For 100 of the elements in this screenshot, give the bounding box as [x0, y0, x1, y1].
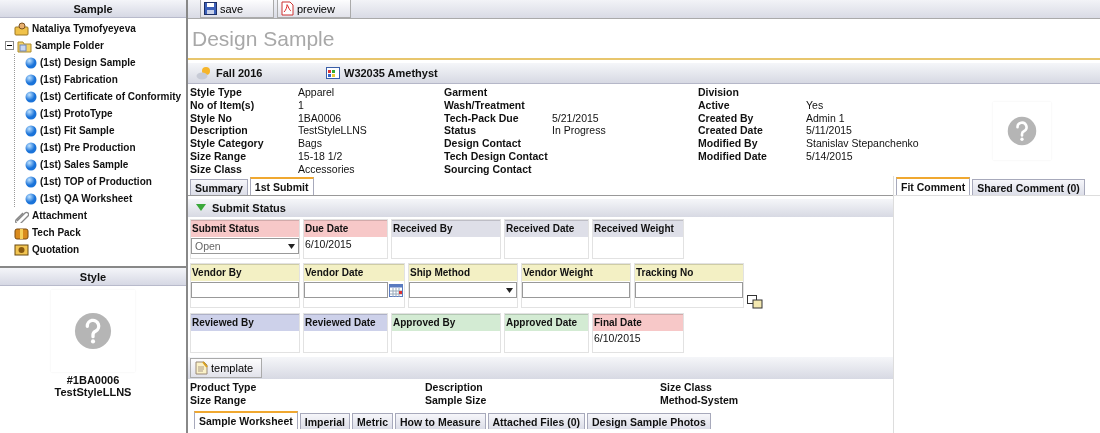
- panel-title: Style: [0, 268, 186, 286]
- field-label: Vendor Date: [304, 264, 404, 281]
- detail-label: No of Item(s): [190, 98, 256, 112]
- preview-button[interactable]: preview: [277, 0, 351, 18]
- field-label: Sample Size: [425, 394, 488, 407]
- tab[interactable]: Summary: [190, 179, 248, 195]
- field-label: Reviewed By: [191, 314, 299, 331]
- collapse-icon[interactable]: [5, 41, 14, 50]
- detail-label: Design Contact: [444, 137, 522, 150]
- note-icon: [194, 361, 208, 375]
- tree-item[interactable]: (1st) ProtoType: [40, 108, 113, 119]
- field-label: Reviewed Date: [304, 314, 387, 331]
- tab[interactable]: Fit Comment: [896, 177, 971, 195]
- sphere-icon: [25, 56, 37, 69]
- tab[interactable]: Shared Comment (0): [972, 179, 1085, 195]
- field-label: Submit Status: [191, 220, 299, 237]
- detail-label: Status: [444, 124, 478, 138]
- package-icon: [14, 225, 29, 240]
- sphere-icon: [25, 90, 37, 103]
- detail-value: Accessories: [298, 162, 356, 176]
- field-label: Ship Method: [409, 264, 517, 281]
- detail-label: Sourcing Contact: [444, 162, 533, 176]
- sun-cloud-icon: [196, 66, 212, 80]
- dropdown-caret-icon[interactable]: [506, 287, 513, 293]
- tree-item[interactable]: Quotation: [32, 244, 80, 255]
- color-swatch-icon: [326, 67, 340, 79]
- quotation-icon: [14, 242, 29, 257]
- tree-item[interactable]: Nataliya Tymofyeyeva: [32, 23, 136, 34]
- expanded-triangle-icon[interactable]: [196, 204, 206, 212]
- detail-label: Division: [698, 86, 740, 99]
- tree-item[interactable]: (1st) Sales Sample: [40, 159, 129, 170]
- detail-label: Description: [190, 124, 249, 138]
- detail-label: Tech Design Contact: [444, 150, 549, 163]
- tab[interactable]: Design Sample Photos: [587, 413, 711, 429]
- copy-icon[interactable]: [747, 295, 763, 309]
- input-field[interactable]: [635, 282, 743, 298]
- color-label: W32035 Amethyst: [344, 67, 438, 79]
- field-value: 6/10/2015: [593, 331, 642, 345]
- tab[interactable]: Sample Worksheet: [194, 411, 298, 429]
- detail-value: 1BA0006: [298, 111, 343, 125]
- detail-label: Garment: [444, 86, 489, 99]
- sphere-icon: [25, 192, 37, 205]
- detail-value: Yes: [806, 98, 825, 112]
- tree-item[interactable]: Sample Folder: [35, 40, 104, 51]
- tab[interactable]: Imperial: [299, 413, 351, 429]
- detail-label: Modified By: [698, 137, 759, 150]
- field-value: 6/10/2015: [304, 237, 353, 251]
- detail-value: Stanislav Stepanchenko: [806, 137, 920, 150]
- field-label: Size Range: [190, 394, 248, 407]
- tab[interactable]: 1st Submit: [249, 177, 314, 195]
- detail-value: 5/14/2015: [806, 150, 854, 163]
- date-field[interactable]: [304, 282, 388, 298]
- pdf-file-icon: [281, 1, 294, 16]
- dropdown-caret-icon[interactable]: [288, 243, 295, 249]
- question-mark-icon: [1007, 116, 1037, 146]
- tree-item[interactable]: (1st) Certificate of Conformity: [40, 91, 182, 102]
- sphere-icon: [25, 141, 37, 154]
- tree-item[interactable]: Attachment: [32, 210, 87, 221]
- input-field[interactable]: [522, 282, 630, 298]
- template-button[interactable]: template: [190, 358, 262, 378]
- tree-item[interactable]: (1st) Pre Production: [40, 142, 136, 153]
- field-label: Received Date: [505, 220, 588, 237]
- detail-label: Style Type: [190, 86, 243, 99]
- field-label: Approved Date: [505, 314, 588, 331]
- detail-label: Created By: [698, 111, 755, 125]
- save-button[interactable]: save: [200, 0, 274, 18]
- tab[interactable]: Attached Files (0): [487, 413, 586, 429]
- tree-item[interactable]: (1st) Fabrication: [40, 74, 118, 85]
- field-label: Approved By: [392, 314, 500, 331]
- input-field[interactable]: [191, 282, 299, 298]
- season-label: Fall 2016: [216, 67, 263, 79]
- detail-value: Admin 1: [806, 111, 846, 125]
- folder-icon: [17, 38, 32, 53]
- detail-label: Style No: [190, 111, 233, 125]
- detail-label: Size Class: [190, 162, 243, 176]
- dropdown-field[interactable]: Open: [191, 238, 299, 254]
- tree-item[interactable]: (1st) TOP of Production: [40, 176, 152, 187]
- folder-user-icon: [14, 21, 29, 36]
- dropdown-field[interactable]: [409, 282, 517, 298]
- page-title: Design Sample: [188, 19, 1100, 60]
- calendar-icon[interactable]: [389, 283, 403, 297]
- tab[interactable]: How to Measure: [395, 413, 486, 429]
- detail-value: Bags: [298, 137, 323, 150]
- field-label: Received Weight: [593, 220, 683, 237]
- detail-value: In Progress: [552, 124, 607, 138]
- question-mark-icon: [74, 312, 112, 350]
- style-description: TestStyleLLNS: [54, 386, 132, 398]
- tab[interactable]: Metric: [352, 413, 393, 429]
- detail-value: 5/11/2015: [806, 124, 853, 138]
- tree-item[interactable]: (1st) Fit Sample: [40, 125, 115, 136]
- tree-item[interactable]: (1st) Design Sample: [40, 57, 136, 68]
- detail-value: 1: [298, 98, 305, 112]
- section-title: Submit Status: [212, 202, 286, 214]
- detail-label: Wash/Treatment: [444, 98, 526, 112]
- detail-label: Tech-Pack Due: [444, 111, 520, 125]
- detail-label: Active: [698, 98, 731, 112]
- field-label: Tracking No: [635, 264, 743, 281]
- sphere-icon: [25, 158, 37, 171]
- tree-item[interactable]: Tech Pack: [32, 227, 81, 238]
- tree-item[interactable]: (1st) QA Worksheet: [40, 193, 133, 204]
